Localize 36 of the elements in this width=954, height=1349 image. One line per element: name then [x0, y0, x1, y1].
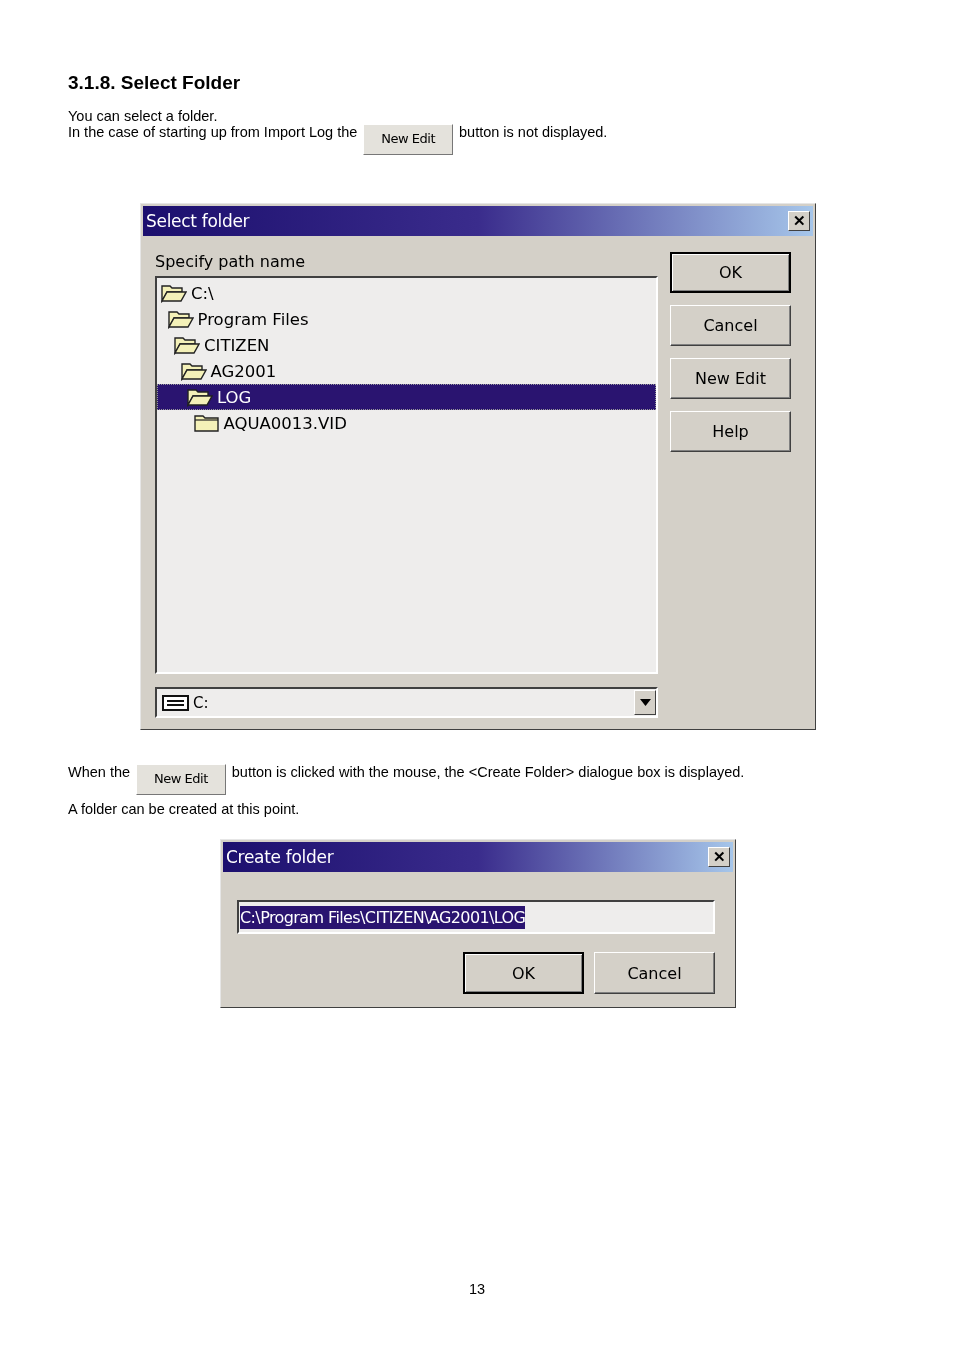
tree-item[interactable]: Program Files: [157, 306, 656, 332]
page-number: 13: [468, 1281, 486, 1297]
body-text: button is clicked with the mouse, the <Create Folder> dialogue box is displayed.: [231, 764, 745, 780]
dialog-button[interactable]: Cancel: [594, 952, 715, 994]
field-label: Specify path name: [155, 252, 306, 271]
body-text: When the: [68, 764, 131, 780]
dialog-button[interactable]: Help: [670, 411, 791, 452]
dialog-button[interactable]: OK: [463, 952, 584, 994]
window-title: Create folder: [226, 847, 334, 867]
window-title: Select folder: [146, 211, 250, 231]
tree-item[interactable]: C:\: [157, 280, 656, 306]
dialog-button[interactable]: Cancel: [670, 305, 791, 346]
drive-dropdown[interactable]: C:: [155, 687, 658, 718]
close-button[interactable]: ✕: [788, 211, 810, 231]
tree-item[interactable]: AG2001: [157, 358, 656, 384]
tree-item[interactable]: LOG: [157, 384, 656, 410]
tree-item[interactable]: CITIZEN: [157, 332, 656, 358]
body-text: A folder can be created at this point.: [68, 801, 300, 817]
dialog-button[interactable]: OK: [670, 252, 791, 293]
folder-icon: [193, 413, 220, 433]
open-folder-icon: [167, 309, 194, 329]
section-heading: 3.1.8. Select Folder: [68, 72, 241, 94]
intro-text: You can select a folder.: [68, 108, 218, 124]
tree-item[interactable]: AQUA0013.VID: [157, 410, 656, 436]
open-folder-icon: [161, 283, 187, 303]
close-button[interactable]: ✕: [708, 847, 730, 867]
open-folder-icon: [180, 361, 207, 381]
open-folder-icon: [174, 335, 200, 355]
dialog-button[interactable]: New Edit: [670, 358, 791, 399]
path-input[interactable]: C:\Program Files\CITIZEN\AG2001\LOG: [237, 900, 715, 934]
new-edit-button[interactable]: New Edit: [363, 124, 454, 155]
drive-icon: [162, 694, 189, 711]
new-edit-button[interactable]: New Edit: [136, 764, 226, 795]
open-folder-icon: [187, 387, 213, 407]
intro-text: In the case of starting up from Import Log the: [68, 124, 358, 140]
intro-text: button is not displayed.: [459, 124, 608, 140]
